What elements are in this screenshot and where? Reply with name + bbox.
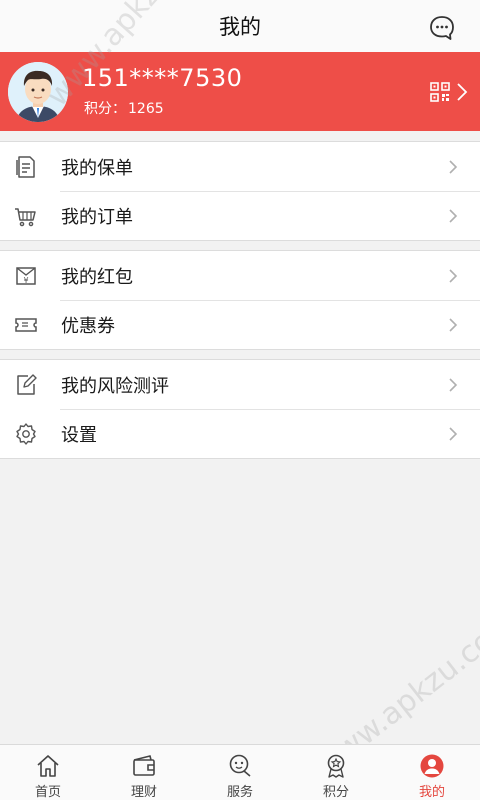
tab-label: 理财: [130, 785, 157, 800]
points-label: 积分：: [84, 101, 126, 117]
red-envelope-icon: ¥: [16, 267, 36, 285]
menu-item-coupons[interactable]: 优惠券: [0, 300, 480, 349]
tab-label: 服务: [226, 785, 253, 800]
menu-group-rewards: ¥ 我的红包 优惠券: [0, 250, 480, 350]
menu-item-risk-assessment[interactable]: 我的风险测评: [0, 360, 480, 409]
menu-item-label: 我的风险测评: [61, 375, 169, 397]
user-phone: 151****7530: [82, 64, 243, 92]
coupon-icon: [15, 318, 37, 332]
menu-item-settings[interactable]: 设置: [0, 409, 480, 458]
tab-home[interactable]: 首页: [0, 745, 96, 800]
chevron-right-icon: [449, 427, 458, 441]
chevron-right-icon: [449, 318, 458, 332]
home-icon: [37, 755, 59, 777]
qr-code-icon[interactable]: [430, 82, 450, 102]
tab-finance[interactable]: 理财: [96, 745, 192, 800]
page-title: 我的: [219, 15, 261, 39]
bottom-tab-bar: 首页 理财 服务 积分 我的: [0, 744, 480, 800]
chevron-right-icon: [449, 378, 458, 392]
chevron-right-icon: [449, 160, 458, 174]
shopping-cart-icon: [15, 208, 36, 227]
menu-item-label: 我的保单: [61, 157, 133, 179]
gear-icon: [16, 423, 36, 445]
profile-banner[interactable]: 151****7530 积分： 1265: [0, 52, 480, 131]
policy-document-icon: [16, 156, 35, 178]
menu-item-label: 设置: [61, 424, 97, 446]
tab-label: 积分: [322, 785, 349, 800]
chat-bubble-icon[interactable]: [428, 14, 456, 42]
menu-item-label: 优惠券: [61, 315, 115, 337]
medal-icon: [327, 754, 345, 778]
points-summary: 积分： 1265: [82, 98, 164, 118]
avatar[interactable]: [8, 62, 68, 122]
menu-item-my-red-envelopes[interactable]: ¥ 我的红包: [0, 251, 480, 300]
menu-group-settings: 我的风险测评 设置: [0, 359, 480, 459]
menu-item-my-orders[interactable]: 我的订单: [0, 191, 480, 240]
edit-icon: [17, 374, 37, 395]
menu-item-my-policies[interactable]: 我的保单: [0, 142, 480, 191]
menu-group-orders: 我的保单 我的订单: [0, 141, 480, 241]
menu-item-label: 我的红包: [61, 266, 133, 288]
points-value: 1265: [128, 101, 164, 117]
user-avatar-icon: [8, 62, 68, 122]
tab-me[interactable]: 我的: [384, 745, 480, 800]
tab-label: 我的: [418, 785, 445, 800]
chevron-right-icon: [449, 269, 458, 283]
tab-service[interactable]: 服务: [192, 745, 288, 800]
menu-item-label: 我的订单: [61, 206, 133, 228]
service-icon: [229, 754, 251, 777]
tab-points[interactable]: 积分: [288, 745, 384, 800]
top-bar: 我的: [0, 0, 480, 52]
svg-text:¥: ¥: [23, 276, 28, 285]
tab-label: 首页: [34, 785, 61, 800]
chevron-right-icon: [449, 209, 458, 223]
profile-icon: [420, 754, 444, 778]
wallet-icon: [133, 755, 155, 776]
chevron-right-icon: [457, 83, 468, 101]
